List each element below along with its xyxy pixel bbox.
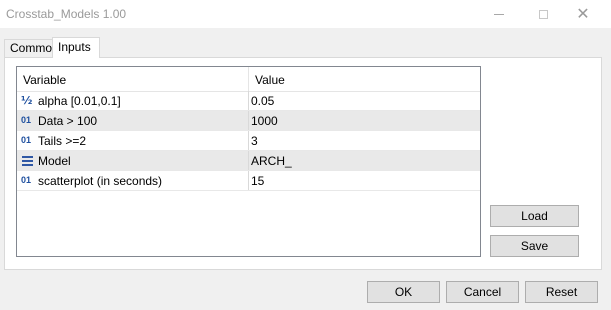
integer-icon: 01 (21, 175, 32, 185)
table-row[interactable]: 01 scatterplot (in seconds) 15 (17, 171, 480, 191)
tab-common[interactable]: Common (4, 39, 59, 57)
title-bar: Crosstab_Models 1.00 ✕ (0, 0, 611, 28)
column-divider (248, 111, 249, 130)
column-divider[interactable] (248, 67, 249, 91)
load-button[interactable]: Load (490, 205, 579, 227)
row-value-field[interactable]: 1000 (251, 114, 278, 128)
close-button[interactable]: ✕ (566, 0, 600, 28)
integer-icon: 01 (21, 135, 32, 145)
column-divider (248, 131, 249, 150)
window-title: Crosstab_Models 1.00 (6, 7, 127, 21)
row-variable-name: alpha [0.01,0.1] (38, 94, 121, 108)
column-header-value[interactable]: Value (255, 73, 285, 87)
maximize-icon (538, 9, 548, 19)
ok-button[interactable]: OK (367, 281, 440, 303)
minimize-button[interactable] (482, 0, 516, 28)
column-divider (248, 91, 249, 110)
row-variable-name: scatterplot (in seconds) (38, 174, 163, 188)
inputs-grid: Variable Value ½ alpha [0.01,0.1] 0.05 0… (16, 66, 481, 257)
close-icon: ✕ (576, 4, 590, 23)
tab-inputs[interactable]: Inputs (52, 37, 100, 58)
row-value-field[interactable]: 0.05 (251, 94, 274, 108)
table-row[interactable]: ½ alpha [0.01,0.1] 0.05 (17, 91, 480, 111)
reset-button[interactable]: Reset (525, 281, 598, 303)
row-value-field[interactable]: 15 (251, 174, 264, 188)
column-divider (248, 171, 249, 190)
maximize-button[interactable] (526, 0, 560, 28)
dialog-window: Crosstab_Models 1.00 ✕ Common Inputs Var… (0, 0, 611, 310)
table-row[interactable]: 01 Tails >=2 3 (17, 131, 480, 151)
table-row[interactable]: 01 Data > 100 1000 (17, 111, 480, 131)
row-variable-name: Data > 100 (38, 114, 98, 128)
cancel-button[interactable]: Cancel (446, 281, 519, 303)
integer-icon: 01 (21, 115, 32, 125)
table-row[interactable]: Model ARCH_ (17, 151, 480, 171)
column-divider (248, 151, 249, 170)
enum-list-icon (21, 154, 35, 167)
row-value-field[interactable]: 3 (251, 134, 258, 148)
fraction-icon: ½ (21, 94, 33, 107)
minimize-icon (494, 13, 504, 15)
column-header-variable[interactable]: Variable (23, 73, 66, 87)
row-variable-name: Tails >=2 (38, 134, 87, 148)
row-variable-name: Model (38, 154, 71, 168)
save-button[interactable]: Save (490, 235, 579, 257)
grid-header: Variable Value (17, 67, 480, 92)
row-value-field[interactable]: ARCH_ (251, 154, 292, 168)
